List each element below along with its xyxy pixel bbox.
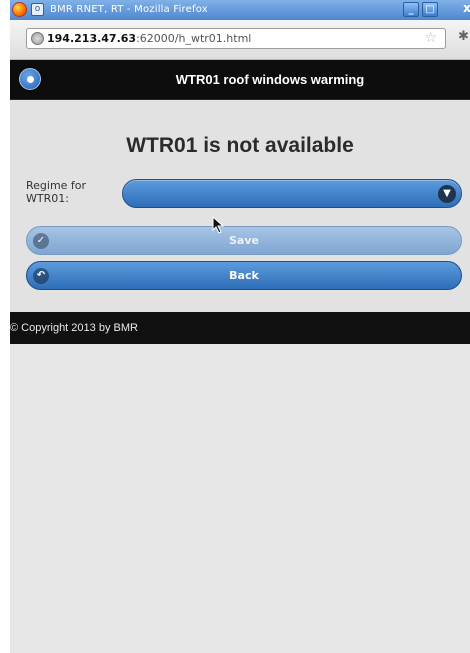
regime-label: Regime for WTR01: [26,179,87,205]
back-button[interactable]: ↶ Back [26,261,462,290]
regime-select[interactable]: ▼ [122,179,462,208]
page-header: WTR01 roof windows warming [10,60,470,100]
close-window-button[interactable]: x [459,2,470,17]
site-identity-icon[interactable] [31,32,44,45]
window-titlebar: o BMR RNET, RT - Mozilla Firefox _ □ x [10,0,470,20]
address-bar[interactable]: 194.213.47.63:62000/h_wtr01.html ☆ [26,28,446,49]
maximize-button[interactable]: □ [422,2,438,17]
copyright-text: © Copyright 2013 by BMR [10,322,138,334]
page-title: WTR01 roof windows warming [175,72,365,87]
back-arrow-icon: ↶ [33,268,49,284]
url-host: 194.213.47.63 [47,32,137,45]
page-footer: © Copyright 2013 by BMR [10,312,470,344]
chevron-down-icon: ▼ [438,185,456,203]
minimize-button[interactable]: _ [403,2,419,17]
url-path: :62000/h_wtr01.html [136,32,252,45]
save-button[interactable]: ✓ Save [26,226,462,255]
bookmark-star-icon[interactable]: ☆ [424,29,437,48]
home-button[interactable] [19,68,41,90]
firefox-logo-icon [12,2,27,17]
status-heading: WTR01 is not available [126,134,354,157]
save-label: Save [229,234,259,247]
browser-navbar: 194.213.47.63:62000/h_wtr01.html ☆ ✱ [10,20,470,60]
tools-icon[interactable]: ✱ [458,29,469,44]
home-icon [27,76,34,83]
window-menu-button[interactable]: o [31,3,44,16]
window-title: BMR RNET, RT - Mozilla Firefox [50,4,208,15]
main-content: WTR01 is not available Regime for WTR01:… [10,100,470,312]
check-icon: ✓ [33,233,49,249]
empty-page-area [10,344,470,653]
back-label: Back [229,269,259,282]
